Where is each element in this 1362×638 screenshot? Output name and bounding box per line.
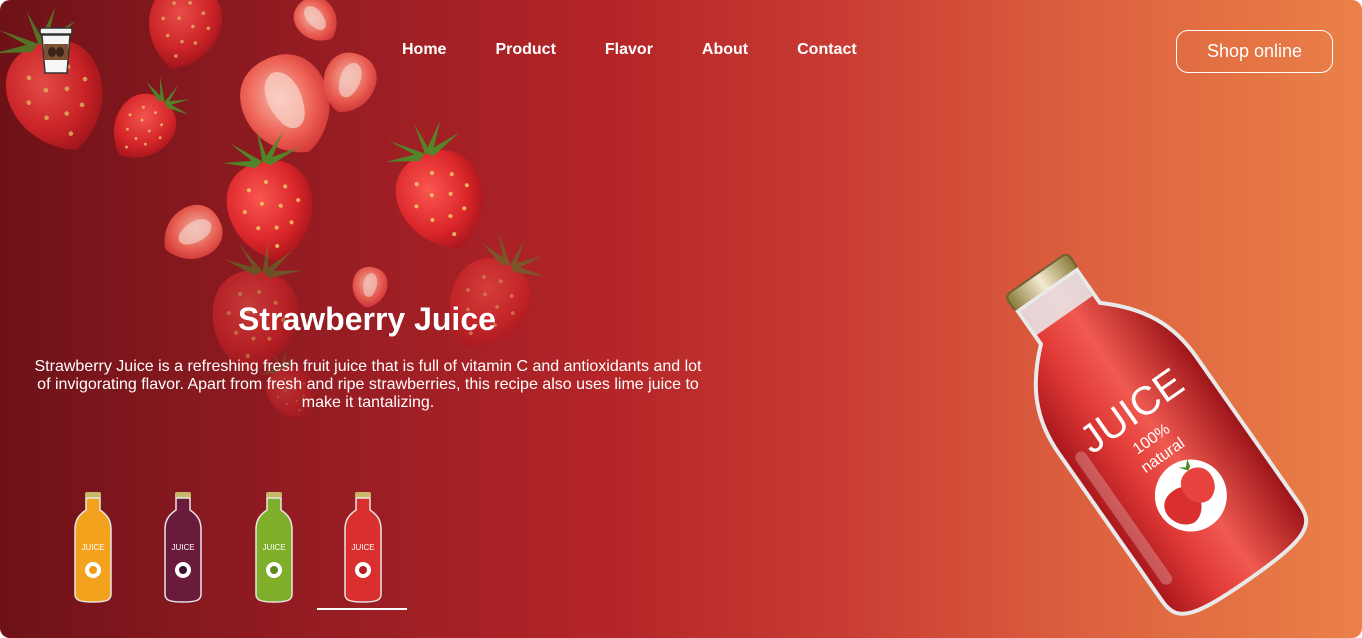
- thumb-label: JUICE: [81, 543, 104, 552]
- hero-page: Home Product Flavor About Contact Shop o…: [0, 0, 1362, 638]
- orange-juice-thumbnail[interactable]: JUICE: [71, 490, 115, 604]
- selected-thumbnail-indicator: [317, 608, 407, 610]
- shop-online-button[interactable]: Shop online: [1176, 30, 1333, 73]
- strawberry-juice-bottle-image: JUICE 100% natural: [1006, 253, 1309, 616]
- juice-cup-icon[interactable]: [36, 26, 76, 76]
- thumb-label: JUICE: [262, 543, 285, 552]
- nav-contact-link[interactable]: Contact: [797, 40, 857, 60]
- thumb-label: JUICE: [171, 543, 194, 552]
- nav-product-link[interactable]: Product: [495, 40, 555, 60]
- main-nav: Home Product Flavor About Contact: [402, 40, 906, 60]
- kiwi-juice-thumbnail[interactable]: JUICE: [252, 490, 296, 604]
- grape-juice-thumbnail[interactable]: JUICE: [161, 490, 205, 604]
- nav-flavor-link[interactable]: Flavor: [605, 40, 653, 60]
- nav-home-link[interactable]: Home: [402, 40, 446, 60]
- product-title: Strawberry Juice: [238, 301, 496, 337]
- product-description: Strawberry Juice is a refreshing fresh f…: [34, 358, 702, 411]
- strawberry-juice-thumbnail[interactable]: JUICE: [341, 490, 385, 604]
- nav-about-link[interactable]: About: [702, 40, 748, 60]
- thumb-label: JUICE: [351, 543, 374, 552]
